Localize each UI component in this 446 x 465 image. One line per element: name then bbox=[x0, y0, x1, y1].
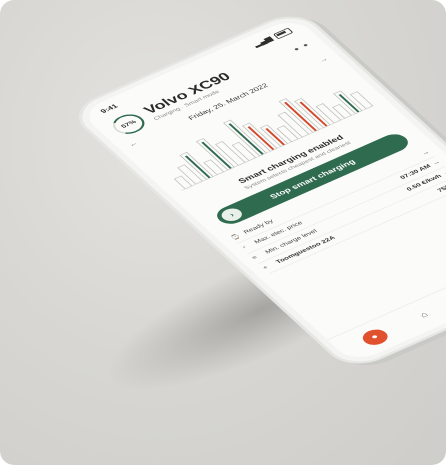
arrow-right-icon: → bbox=[441, 169, 446, 177]
tab-car-icon[interactable]: ⌂ bbox=[407, 304, 441, 325]
price-bar bbox=[203, 159, 225, 176]
signal-icon: ▂▄▆ bbox=[251, 35, 274, 48]
charge-window-bar bbox=[184, 155, 211, 179]
battery-icon bbox=[272, 27, 294, 40]
state-of-charge-ring: 57% bbox=[107, 110, 151, 138]
charge-window-bar bbox=[228, 123, 264, 155]
slider-knob-icon[interactable]: › bbox=[217, 206, 246, 224]
background: 9:41 ▂▄▆ 57% Volvo XC90 Charging · Smart… bbox=[0, 0, 446, 465]
menu-dots-icon[interactable]: • • bbox=[290, 40, 312, 54]
arrow-right-icon: → bbox=[431, 159, 442, 167]
price-bar bbox=[332, 103, 353, 119]
price-bar bbox=[276, 125, 299, 143]
tab-home-icon[interactable]: ● bbox=[357, 326, 392, 348]
charge-window-bar bbox=[338, 94, 360, 113]
peak-price-bar bbox=[247, 126, 275, 151]
peak-price-bar bbox=[299, 101, 328, 127]
status-time: 9:41 bbox=[98, 102, 120, 115]
arrow-right-icon: → bbox=[420, 149, 432, 157]
peak-price-bar bbox=[265, 128, 286, 146]
